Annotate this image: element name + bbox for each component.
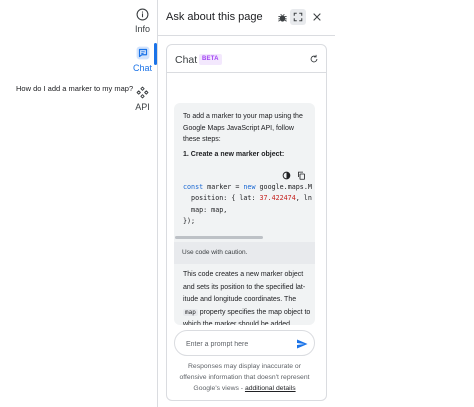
rail-item-label: Info bbox=[134, 24, 150, 34]
send-icon bbox=[297, 339, 308, 349]
panel-title: Ask about this page bbox=[166, 11, 263, 23]
prompt-box bbox=[174, 330, 315, 356]
chat-title: Chat bbox=[175, 54, 198, 66]
answer-intro: To add a marker to your map using the Go… bbox=[183, 113, 303, 143]
close-button[interactable] bbox=[309, 9, 325, 25]
bug-icon bbox=[277, 13, 287, 22]
code-toolbar bbox=[282, 171, 306, 180]
answer-explanation: This code creates a new marker object an… bbox=[183, 269, 311, 325]
code-token: position: { lat: bbox=[183, 194, 260, 203]
theme-toggle-icon[interactable] bbox=[282, 171, 291, 180]
model-answer: To add a marker to your map using the Go… bbox=[174, 103, 315, 325]
code-token: const bbox=[183, 183, 204, 191]
chat-header: Chat BETA bbox=[167, 45, 326, 73]
code-token: new bbox=[243, 183, 256, 191]
code-scrollbar[interactable] bbox=[175, 236, 263, 239]
close-icon bbox=[313, 13, 321, 21]
inline-code: map bbox=[183, 308, 198, 316]
rail-item-info[interactable]: Info bbox=[127, 8, 158, 34]
answer-step-1: 1. Create a new marker object: bbox=[183, 151, 285, 158]
copy-icon[interactable] bbox=[297, 171, 306, 180]
additional-details-link[interactable]: additional details bbox=[245, 385, 296, 392]
report-bug-button[interactable] bbox=[274, 9, 290, 25]
answer-text: This code creates a new marker object an… bbox=[183, 271, 306, 303]
fullscreen-icon bbox=[293, 12, 303, 22]
header-divider bbox=[158, 35, 335, 36]
prompt-input[interactable] bbox=[186, 338, 286, 350]
code-caution: Use code with caution. bbox=[174, 242, 315, 264]
user-question: How do I add a marker to my map? bbox=[16, 84, 134, 93]
code-token: }); bbox=[183, 217, 196, 226]
answer-text: property specifies the map object to whi… bbox=[183, 308, 311, 326]
send-button[interactable] bbox=[295, 337, 309, 351]
refresh-icon bbox=[310, 54, 318, 63]
code-token: , ln bbox=[295, 194, 312, 203]
code-token: 37.422474 bbox=[259, 194, 296, 203]
rail-item-label: Chat bbox=[132, 63, 152, 73]
code-token: google.maps.M bbox=[255, 183, 312, 191]
info-icon bbox=[136, 8, 149, 21]
code-token: map: map, bbox=[183, 205, 228, 214]
code-token: marker = bbox=[203, 183, 244, 191]
fullscreen-button[interactable] bbox=[290, 9, 306, 25]
rail-item-label: API bbox=[135, 102, 150, 112]
disclaimer: Responses may display inaccurate or offe… bbox=[174, 361, 315, 394]
reset-chat-button[interactable] bbox=[306, 51, 322, 67]
caution-text: Use code with caution. bbox=[182, 249, 248, 256]
beta-badge: BETA bbox=[199, 54, 222, 65]
api-icon bbox=[136, 86, 149, 99]
chat-icon bbox=[136, 46, 149, 60]
code-block: const marker = new google.maps.M positio… bbox=[183, 182, 312, 228]
panel-header: Ask about this page bbox=[158, 0, 335, 34]
